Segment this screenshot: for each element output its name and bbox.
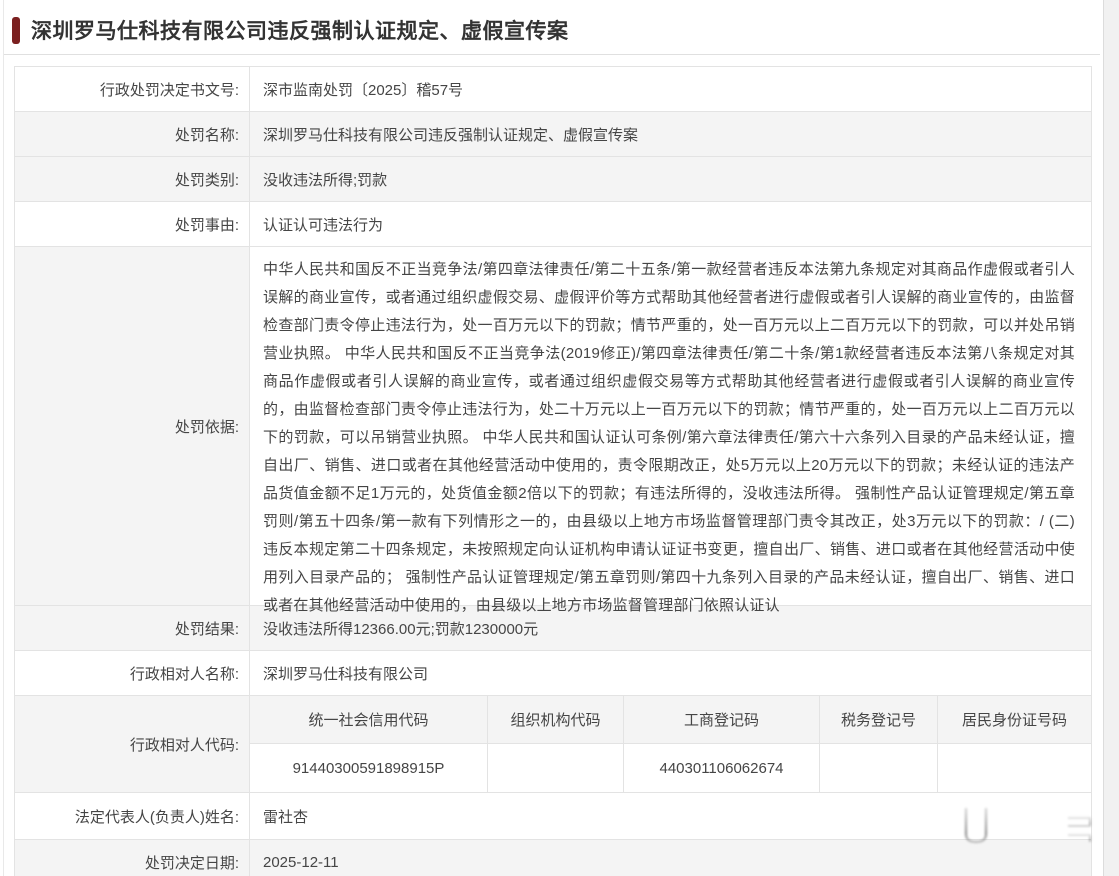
code-header-business-reg-code: 工商登记码 xyxy=(623,696,819,744)
code-value-business-reg-code: 440301106062674 xyxy=(623,744,819,792)
penalty-table: 行政处罚决定书文号: 深市监南处罚〔2025〕稽57号 处罚名称: 深圳罗马仕科… xyxy=(14,66,1092,876)
row-label: 法定代表人(负责人)姓名: xyxy=(15,793,249,839)
code-value-credit-code: 91440300591898915P xyxy=(250,744,487,792)
row-label: 处罚事由: xyxy=(15,202,249,246)
page-title: 深圳罗马仕科技有限公司违反强制认证规定、虚假宣传案 xyxy=(31,15,569,45)
row-label: 行政相对人代码: xyxy=(15,696,249,792)
row-label: 行政相对人名称: xyxy=(15,651,249,695)
row-value: 深圳罗马仕科技有限公司违反强制认证规定、虚假宣传案 xyxy=(249,112,1091,156)
table-row-penalty-basis: 处罚依据: 中华人民共和国反不正当竞争法/第四章法律责任/第二十五条/第一款经营… xyxy=(15,247,1091,606)
row-label: 处罚决定日期: xyxy=(15,840,249,876)
right-gutter xyxy=(1104,0,1119,876)
code-header-org-code: 组织机构代码 xyxy=(487,696,623,744)
code-header-tax-reg-number: 税务登记号 xyxy=(819,696,937,744)
codes-subtable: 统一社会信用代码 组织机构代码 工商登记码 税务登记号 居民身份证号码 9144… xyxy=(249,696,1091,792)
table-row-counterpart-name: 行政相对人名称: 深圳罗马仕科技有限公司 xyxy=(15,651,1091,696)
codes-grid: 统一社会信用代码 组织机构代码 工商登记码 税务登记号 居民身份证号码 9144… xyxy=(250,696,1091,792)
penalty-detail-page: 深圳罗马仕科技有限公司违反强制认证规定、虚假宣传案 行政处罚决定书文号: 深市监… xyxy=(0,0,1119,876)
table-row-penalty-category: 处罚类别: 没收违法所得;罚款 xyxy=(15,157,1091,202)
row-value: 深圳罗马仕科技有限公司 xyxy=(249,651,1091,695)
code-header-credit-code: 统一社会信用代码 xyxy=(250,696,487,744)
table-row-penalty-result: 处罚结果: 没收违法所得12366.00元;罚款1230000元 xyxy=(15,606,1091,651)
code-value-tax-reg-number xyxy=(819,744,937,792)
row-value: 认证认可违法行为 xyxy=(249,202,1091,246)
row-label: 处罚依据: xyxy=(15,247,249,605)
row-value: 中华人民共和国反不正当竞争法/第四章法律责任/第二十五条/第一款经营者违反本法第… xyxy=(249,247,1091,605)
row-label: 处罚名称: xyxy=(15,112,249,156)
row-label: 处罚类别: xyxy=(15,157,249,201)
table-row-legal-representative: 法定代表人(负责人)姓名: 雷社杏 xyxy=(15,793,1091,840)
row-label: 处罚结果: xyxy=(15,606,249,650)
row-label: 行政处罚决定书文号: xyxy=(15,67,249,111)
row-value: 雷社杏 xyxy=(249,793,1091,839)
table-row-decision-date: 处罚决定日期: 2025-12-11 xyxy=(15,840,1091,876)
row-value: 没收违法所得12366.00元;罚款1230000元 xyxy=(249,606,1091,650)
table-row-penalty-name: 处罚名称: 深圳罗马仕科技有限公司违反强制认证规定、虚假宣传案 xyxy=(15,112,1091,157)
row-value: 2025-12-11 xyxy=(249,840,1091,876)
code-header-id-number: 居民身份证号码 xyxy=(937,696,1091,744)
table-row-penalty-reason: 处罚事由: 认证认可违法行为 xyxy=(15,202,1091,247)
code-value-id-number xyxy=(937,744,1091,792)
code-value-org-code xyxy=(487,744,623,792)
title-accent-bar xyxy=(12,17,20,44)
table-row-counterpart-codes: 行政相对人代码: 统一社会信用代码 组织机构代码 工商登记码 税务登记号 居民身… xyxy=(15,696,1091,793)
page-header: 深圳罗马仕科技有限公司违反强制认证规定、虚假宣传案 xyxy=(12,15,569,45)
row-value: 深市监南处罚〔2025〕稽57号 xyxy=(249,67,1091,111)
header-divider xyxy=(4,54,1100,55)
row-value: 没收违法所得;罚款 xyxy=(249,157,1091,201)
table-row-doc-number: 行政处罚决定书文号: 深市监南处罚〔2025〕稽57号 xyxy=(15,67,1091,112)
